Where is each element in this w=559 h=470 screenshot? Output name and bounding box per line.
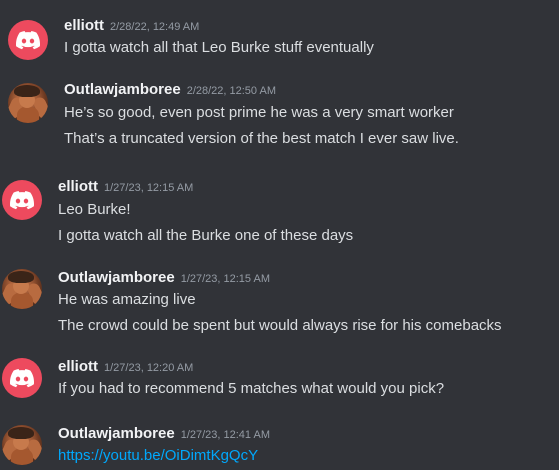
- timestamp[interactable]: 2/28/22, 12:49 AM: [110, 21, 199, 33]
- message-link[interactable]: https://youtu.be/OiDimtKgQcY: [58, 446, 258, 466]
- discord-logo-avatar[interactable]: [2, 358, 42, 398]
- username[interactable]: elliott: [64, 17, 104, 34]
- message-header: elliott 1/27/23, 12:20 AM: [58, 358, 193, 378]
- timestamp[interactable]: 1/27/23, 12:20 AM: [104, 362, 193, 374]
- user-photo-avatar[interactable]: [2, 269, 42, 309]
- username[interactable]: Outlawjamboree: [64, 81, 181, 98]
- message-header: Outlawjamboree 1/27/23, 12:41 AM: [58, 425, 270, 445]
- message-text: Leo Burke!: [58, 201, 131, 218]
- timestamp[interactable]: 1/27/23, 12:15 AM: [104, 182, 193, 194]
- timestamp[interactable]: 1/27/23, 12:15 AM: [181, 273, 270, 285]
- message-text: He was amazing live: [58, 291, 196, 308]
- discord-logo-icon: [10, 191, 34, 210]
- discord-logo-icon: [16, 31, 40, 50]
- message-text: He’s so good, even post prime he was a v…: [64, 104, 454, 121]
- message-header: Outlawjamboree 2/28/22, 12:50 AM: [64, 81, 276, 101]
- username[interactable]: Outlawjamboree: [58, 425, 175, 442]
- message-header: Outlawjamboree 1/27/23, 12:15 AM: [58, 269, 270, 289]
- timestamp[interactable]: 2/28/22, 12:50 AM: [187, 85, 276, 97]
- timestamp[interactable]: 1/27/23, 12:41 AM: [181, 429, 270, 441]
- user-photo-avatar[interactable]: [2, 425, 42, 465]
- message-text: The crowd could be spent but would alway…: [58, 317, 502, 334]
- user-photo-avatar[interactable]: [8, 83, 48, 123]
- discord-logo-icon: [10, 369, 34, 388]
- discord-logo-avatar[interactable]: [8, 20, 48, 60]
- username[interactable]: Outlawjamboree: [58, 269, 175, 286]
- message-text: If you had to recommend 5 matches what w…: [58, 380, 445, 397]
- message-text: That’s a truncated version of the best m…: [64, 130, 459, 147]
- message-header: elliott 2/28/22, 12:49 AM: [64, 17, 199, 37]
- message-text: I gotta watch all that Leo Burke stuff e…: [64, 39, 374, 56]
- message-header: elliott 1/27/23, 12:15 AM: [58, 178, 193, 198]
- discord-logo-avatar[interactable]: [2, 180, 42, 220]
- username[interactable]: elliott: [58, 178, 98, 195]
- message-text: I gotta watch all the Burke one of these…: [58, 227, 354, 244]
- username[interactable]: elliott: [58, 358, 98, 375]
